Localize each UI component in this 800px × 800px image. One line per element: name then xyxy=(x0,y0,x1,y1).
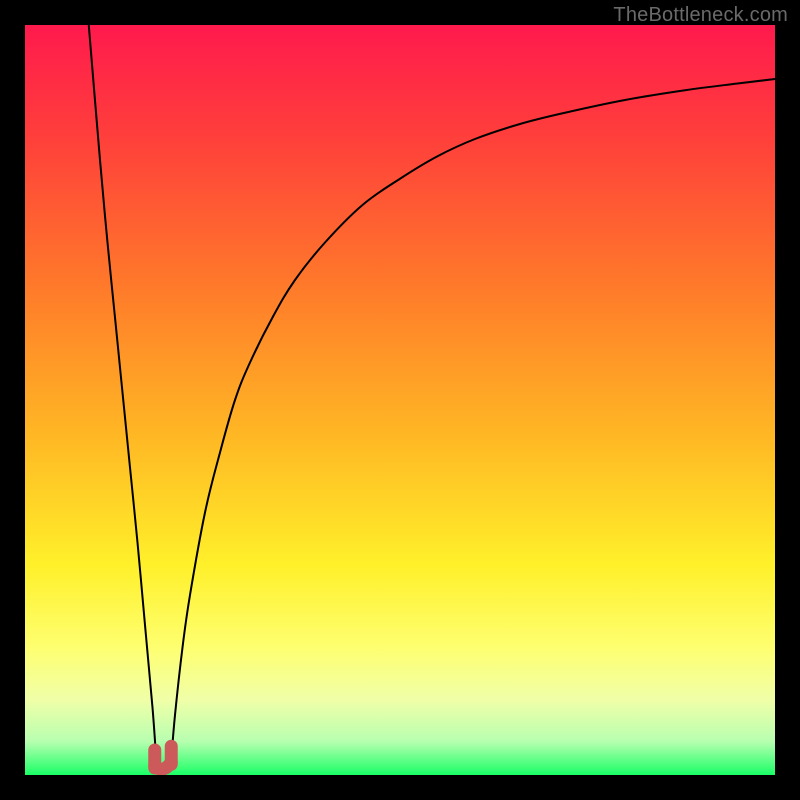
chart-svg xyxy=(25,25,775,775)
minimum-marker-connector xyxy=(155,762,172,769)
watermark-text: TheBottleneck.com xyxy=(613,4,788,27)
plot-area xyxy=(25,25,775,775)
chart-frame: TheBottleneck.com xyxy=(0,0,800,800)
gradient-background xyxy=(25,25,775,775)
